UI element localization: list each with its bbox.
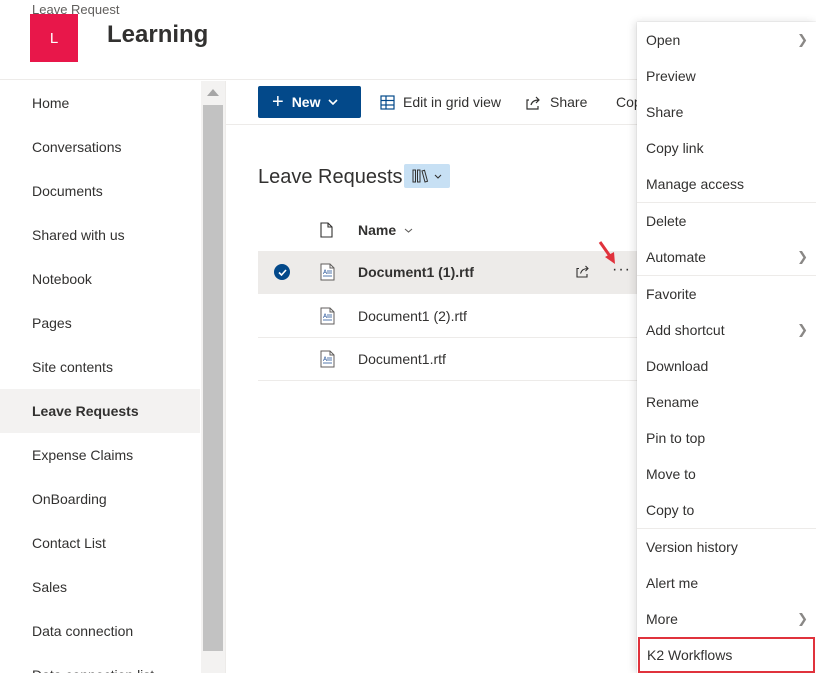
copy-link-label: Copy link [616,94,638,110]
nav-item-pages[interactable]: Pages [0,301,200,345]
menu-item-move-to[interactable]: Move to [637,456,816,492]
menu-item-version-history[interactable]: Version history [637,529,816,565]
chevron-right-icon: ❯ [797,611,808,626]
nav-item-conversations[interactable]: Conversations [0,125,200,169]
grid-icon [380,94,395,110]
menu-item-label: Open [646,32,681,48]
share-label: Share [550,94,588,110]
new-button-label: New [291,94,321,110]
selected-check-icon[interactable] [274,264,290,280]
menu-item-label: Add shortcut [646,322,725,338]
menu-item-rename[interactable]: Rename [637,384,816,420]
nav-item-expense-claims[interactable]: Expense Claims [0,433,200,477]
nav-item-home[interactable]: Home [0,81,200,125]
plus-icon: + [272,91,284,113]
site-logo[interactable]: L [30,14,78,62]
left-navigation: Home Conversations Documents Shared with… [0,81,200,673]
chevron-down-icon [328,99,339,105]
red-arrow-annotation [598,241,615,264]
chevron-right-icon: ❯ [797,322,808,337]
nav-item-data-connection-list[interactable]: Data connection list [0,653,200,673]
name-column-label: Name [358,222,397,238]
nav-item-notebook[interactable]: Notebook [0,257,200,301]
table-row[interactable]: A Document1 (2).rtf [258,295,638,338]
menu-item-favorite[interactable]: Favorite [637,276,816,312]
menu-item-preview[interactable]: Preview [637,58,816,94]
menu-item-more[interactable]: More ❯ [637,601,816,637]
menu-item-copy-to[interactable]: Copy to [637,492,816,528]
scroll-up-arrow-icon[interactable] [207,89,219,96]
chevron-down-icon [434,174,442,179]
chevron-right-icon: ❯ [797,249,808,264]
rtf-document-icon: A [320,263,335,281]
nav-item-documents[interactable]: Documents [0,169,200,213]
menu-item-label: Automate [646,249,706,265]
nav-item-leave-requests[interactable]: Leave Requests [0,389,200,433]
edit-grid-view-button[interactable]: Edit in grid view [380,87,501,117]
menu-item-download[interactable]: Download [637,348,816,384]
edit-grid-view-label: Edit in grid view [403,94,502,110]
view-options-button[interactable] [404,164,450,188]
menu-item-share[interactable]: Share [637,94,816,130]
copy-link-button[interactable]: Copy link [608,87,638,117]
command-bar: + New Edit in grid view Share Copy link [226,81,638,125]
menu-item-alert-me[interactable]: Alert me [637,565,816,601]
scroll-thumb[interactable] [203,105,223,651]
file-name[interactable]: Document1 (1).rtf [358,264,474,280]
name-column-header[interactable]: Name [358,222,413,238]
file-type-icon[interactable] [320,222,333,238]
site-title[interactable]: Learning [107,21,208,49]
menu-item-k2-workflows[interactable]: K2 Workflows [638,637,815,673]
nav-item-onboarding[interactable]: OnBoarding [0,477,200,521]
file-name[interactable]: Document1.rtf [358,351,446,367]
context-menu: Open ❯ Preview Share Copy link Manage ac… [637,22,816,673]
menu-item-pin-to-top[interactable]: Pin to top [637,420,816,456]
share-icon[interactable] [576,264,591,278]
nav-item-site-contents[interactable]: Site contents [0,345,200,389]
menu-item-delete[interactable]: Delete [637,203,816,239]
library-view-icon [412,169,429,183]
share-icon [526,96,540,110]
menu-item-automate[interactable]: Automate ❯ [637,239,816,275]
menu-item-label: More [646,611,678,627]
chevron-down-icon [404,228,413,233]
list-header: Name [258,210,638,250]
library-title: Leave Requests [258,166,403,188]
rtf-document-icon: A [320,307,335,325]
chevron-right-icon: ❯ [797,32,808,47]
content-divider [225,81,226,673]
nav-item-contact-list[interactable]: Contact List [0,521,200,565]
table-row[interactable]: A Document1 (1).rtf ··· [258,251,638,294]
new-button[interactable]: + New [258,86,361,118]
menu-item-manage-access[interactable]: Manage access [637,166,816,202]
share-button[interactable]: Share [526,87,587,117]
menu-item-copy-link[interactable]: Copy link [637,130,816,166]
nav-item-data-connection[interactable]: Data connection [0,609,200,653]
nav-scrollbar[interactable] [201,81,225,673]
rtf-document-icon: A [320,350,335,368]
menu-item-open[interactable]: Open ❯ [637,22,816,58]
menu-item-add-shortcut[interactable]: Add shortcut ❯ [637,312,816,348]
nav-item-sales[interactable]: Sales [0,565,200,609]
table-row[interactable]: A Document1.rtf [258,338,638,381]
nav-item-shared-with-us[interactable]: Shared with us [0,213,200,257]
file-name[interactable]: Document1 (2).rtf [358,308,467,324]
